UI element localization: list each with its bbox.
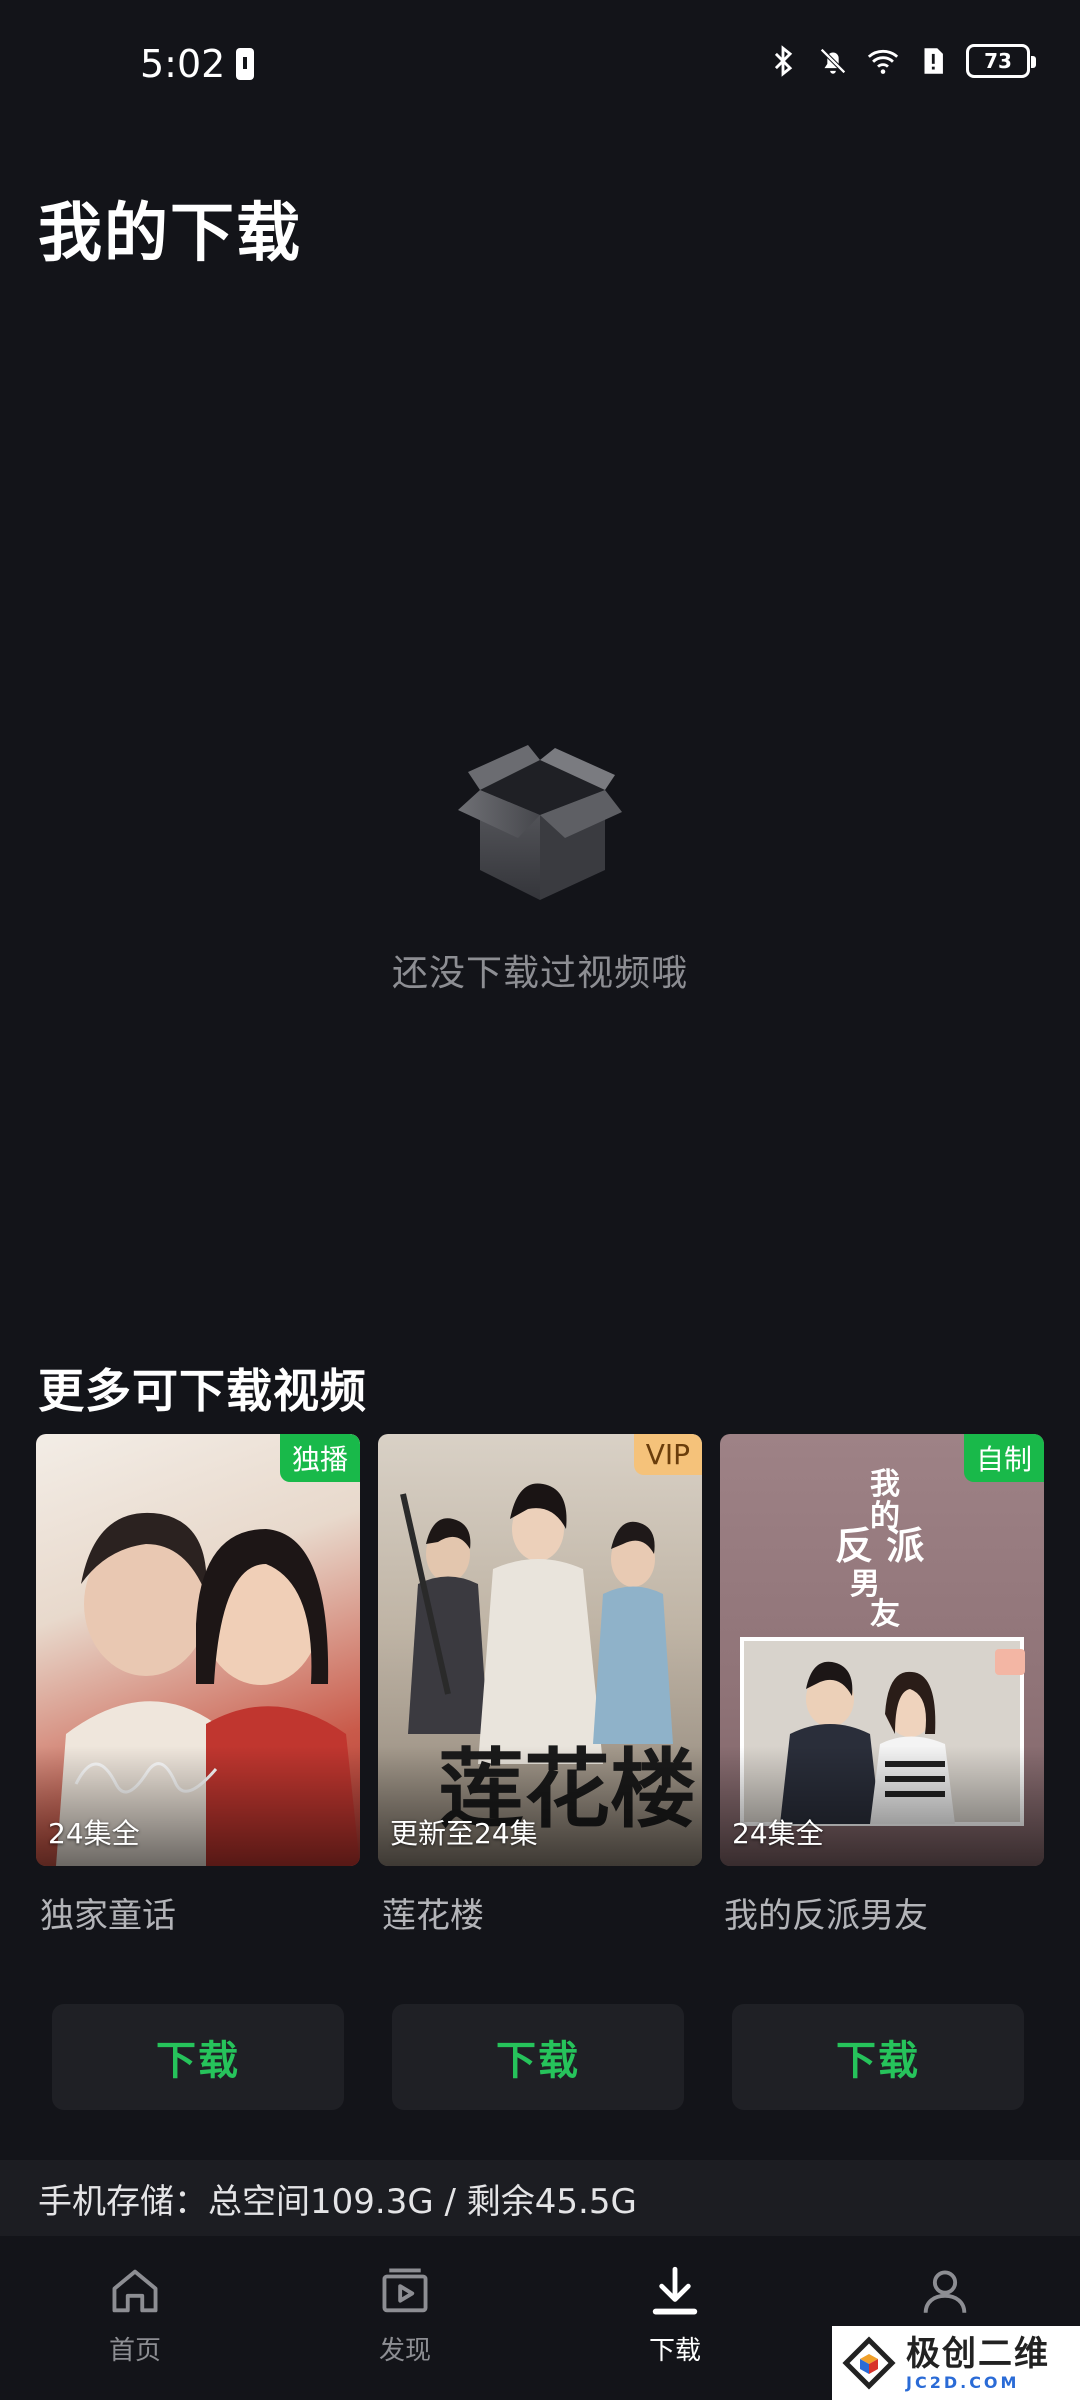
tab-discover[interactable]: 发现 bbox=[270, 2236, 540, 2400]
tab-label: 发现 bbox=[378, 2336, 431, 2366]
watermark-text: 极创二维 JC2D.COM bbox=[906, 2335, 1050, 2392]
original-badge: 自制 bbox=[963, 1434, 1044, 1482]
poster-image[interactable]: 莲花楼 VIP 更新至24集 bbox=[378, 1434, 702, 1866]
bluetooth-icon bbox=[774, 45, 793, 77]
card-title[interactable]: 独家童话 bbox=[36, 1888, 360, 1937]
svg-text:反 派: 反 派 bbox=[835, 1523, 924, 1568]
status-time: 5:02 bbox=[140, 42, 226, 86]
video-card[interactable]: 莲花楼 VIP 更新至24集 莲花楼 bbox=[378, 1434, 702, 1937]
watermark-cube-icon bbox=[842, 2336, 896, 2390]
section-title: 更多可下载视频 bbox=[38, 1364, 367, 1418]
status-icons: 73 bbox=[766, 44, 1036, 78]
wifi-icon bbox=[867, 49, 899, 74]
episode-count: 24集全 bbox=[732, 1817, 824, 1850]
poster-image[interactable]: 独播 24集全 bbox=[36, 1434, 360, 1866]
empty-message: 还没下载过视频哦 bbox=[391, 953, 688, 994]
storage-text: 手机存储：总空间109.3G / 剩余45.5G bbox=[38, 2181, 637, 2222]
download-icon bbox=[652, 2266, 698, 2315]
video-card[interactable]: 独播 24集全 独家童话 bbox=[36, 1434, 360, 1937]
video-card-list: 独播 24集全 独家童话 莲花楼 VIP 更新至24集 莲花楼 bbox=[36, 1434, 1046, 1937]
exclusive-badge: 独播 bbox=[279, 1434, 360, 1482]
episode-count: 24集全 bbox=[48, 1817, 140, 1850]
home-icon bbox=[112, 2269, 158, 2313]
status-bar: 5:02 73 bbox=[0, 0, 1080, 130]
card-title[interactable]: 我的反派男友 bbox=[720, 1888, 1044, 1937]
tab-label: 下载 bbox=[648, 2336, 701, 2366]
tab-home[interactable]: 首页 bbox=[0, 2236, 270, 2400]
poster-image[interactable]: 我 的 反 派 男 友 自制 24集全 bbox=[720, 1434, 1044, 1866]
tab-label: 首页 bbox=[108, 2336, 161, 2366]
download-button[interactable]: 下载 bbox=[52, 2004, 344, 2110]
video-card[interactable]: 我 的 反 派 男 友 自制 24集全 我的反派男友 bbox=[720, 1434, 1044, 1937]
tab-download[interactable]: 下载 bbox=[540, 2236, 810, 2400]
battery-alert-icon bbox=[236, 48, 254, 80]
page-title: 我的下载 bbox=[38, 197, 302, 271]
svg-text:我: 我 bbox=[870, 1467, 900, 1502]
download-button[interactable]: 下载 bbox=[732, 2004, 1024, 2110]
profile-icon bbox=[923, 2270, 967, 2313]
vip-badge: VIP bbox=[633, 1434, 702, 1475]
sim-alert-icon bbox=[924, 48, 943, 74]
empty-state: 还没下载过视频哦 bbox=[0, 720, 1080, 996]
svg-text:友: 友 bbox=[870, 1597, 900, 1632]
play-square-icon bbox=[382, 2268, 428, 2313]
bell-muted-icon bbox=[820, 48, 846, 74]
watermark-logo: 极创二维 JC2D.COM bbox=[832, 2326, 1080, 2400]
watermark-sub: JC2D.COM bbox=[906, 2372, 1020, 2392]
battery-level: 73 bbox=[984, 49, 1012, 73]
battery-indicator: 73 bbox=[966, 44, 1036, 78]
card-title[interactable]: 莲花楼 bbox=[378, 1888, 702, 1937]
download-button-row: 下载 下载 下载 bbox=[52, 2004, 1032, 2110]
watermark-main: 极创二维 bbox=[906, 2333, 1050, 2374]
download-button[interactable]: 下载 bbox=[392, 2004, 684, 2110]
episode-count: 更新至24集 bbox=[390, 1817, 538, 1850]
empty-box-icon bbox=[458, 745, 622, 900]
storage-info: 手机存储：总空间109.3G / 剩余45.5G bbox=[0, 2160, 1080, 2236]
